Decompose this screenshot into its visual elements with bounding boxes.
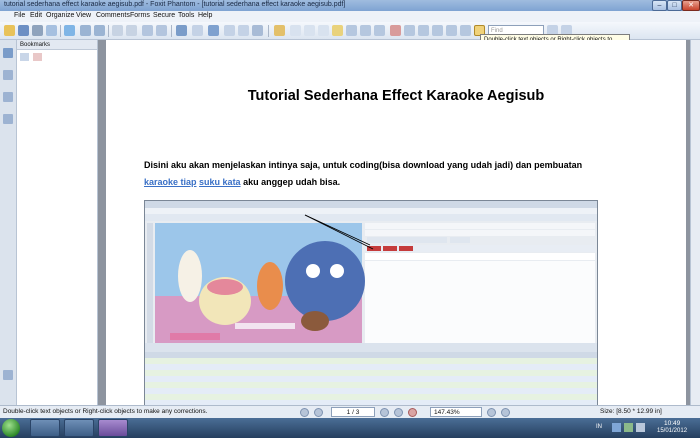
select-text-icon[interactable]	[290, 25, 301, 36]
text-box-icon[interactable]	[346, 25, 357, 36]
para-text: Disini aku akan menjelaskan intinya saja…	[144, 160, 583, 170]
forward-icon[interactable]	[94, 25, 105, 36]
document-area: Tutorial Sederhana Effect Karaoke Aegisu…	[98, 40, 690, 407]
bookmarks-icon[interactable]	[3, 70, 13, 80]
para-text-end: aku anggep udah bisa.	[240, 177, 341, 187]
taskbar: IN 10:49 15/01/2012	[0, 418, 700, 438]
next-page-button[interactable]	[380, 408, 389, 417]
menu-file[interactable]: File	[14, 12, 25, 19]
menu-secure[interactable]: Secure	[153, 12, 175, 19]
undo-icon[interactable]	[112, 25, 123, 36]
zoom-out-icon[interactable]	[224, 25, 235, 36]
stamp-icon[interactable]	[418, 25, 429, 36]
email-icon[interactable]	[46, 25, 57, 36]
typewriter-icon[interactable]	[374, 25, 385, 36]
toolbar-separator	[108, 25, 109, 37]
left-icon-strip	[0, 40, 17, 405]
page-size: Size: [8.50 * 12.99 in]	[600, 408, 662, 415]
doc-title: Tutorial Sederhana Effect Karaoke Aegisu…	[247, 88, 545, 104]
explorer-task[interactable]	[30, 419, 60, 437]
menu-forms[interactable]: Forms	[130, 12, 150, 19]
menu-comments[interactable]: Comments	[96, 12, 130, 19]
bookmarks-panel: Bookmarks	[17, 40, 98, 405]
zoom-in-button[interactable]	[501, 408, 510, 417]
pages-icon[interactable]	[3, 48, 13, 58]
copy-icon[interactable]	[142, 25, 153, 36]
bookmarks-header: Bookmarks	[17, 40, 97, 50]
status-hint: Double-click text objects or Right-click…	[3, 408, 208, 415]
last-page-button[interactable]	[394, 408, 403, 417]
vertical-scrollbar[interactable]	[690, 40, 700, 405]
volume-icon[interactable]	[636, 423, 645, 432]
menu-edit[interactable]: Edit	[30, 12, 42, 19]
clock-time[interactable]: 10:49	[664, 420, 680, 427]
link-karaoke-tiap[interactable]: karaoke tiap	[144, 177, 197, 187]
cursor-icon[interactable]	[304, 25, 315, 36]
note-icon[interactable]	[332, 25, 343, 36]
fit-page-icon[interactable]	[208, 25, 219, 36]
network-icon[interactable]	[624, 423, 633, 432]
pdf-page: Tutorial Sederhana Effect Karaoke Aegisu…	[106, 40, 686, 407]
minimize-button[interactable]: –	[652, 0, 667, 11]
rotate-icon[interactable]	[252, 25, 263, 36]
attachments-icon[interactable]	[3, 114, 13, 124]
link-suku-kata[interactable]: suku kata	[199, 177, 241, 187]
status-bar: Double-click text objects or Right-click…	[0, 405, 700, 419]
menu-help[interactable]: Help	[198, 12, 212, 19]
edit-text-icon[interactable]	[460, 25, 471, 36]
clock-date[interactable]: 15/01/2012	[657, 428, 687, 434]
foxit-task[interactable]	[98, 419, 128, 437]
screenshot-image	[145, 201, 597, 406]
menu-view[interactable]: View	[76, 12, 91, 19]
open-icon[interactable]	[4, 25, 15, 36]
window-title: tutorial sederhana effect karaoke aegisu…	[4, 1, 346, 8]
toolbar-separator	[171, 25, 172, 37]
image-icon[interactable]	[432, 25, 443, 36]
doc-paragraph: Disini aku akan menjelaskan intinya saja…	[144, 157, 664, 191]
paste-icon[interactable]	[156, 25, 167, 36]
attach-icon[interactable]	[446, 25, 457, 36]
menu-tools[interactable]: Tools	[178, 12, 194, 19]
toolbar-separator	[60, 25, 61, 37]
snapshot-icon[interactable]	[64, 25, 75, 36]
pencil-icon[interactable]	[318, 25, 329, 36]
title-bar: tutorial sederhana effect karaoke aegisu…	[0, 0, 700, 11]
link-icon[interactable]	[404, 25, 415, 36]
close-button[interactable]: ✕	[682, 0, 700, 11]
maximize-button[interactable]: □	[667, 0, 682, 11]
page-number-input[interactable]: 1 / 3	[331, 407, 375, 417]
back-icon[interactable]	[80, 25, 91, 36]
start-button[interactable]	[2, 419, 20, 437]
comments-icon[interactable]	[3, 370, 13, 380]
tray-language[interactable]: IN	[596, 424, 602, 430]
zoom-icon[interactable]	[176, 25, 187, 36]
zoom-dropdown[interactable]	[192, 25, 203, 36]
expand-icon[interactable]	[20, 53, 29, 61]
callout-icon[interactable]	[360, 25, 371, 36]
firefox-task[interactable]	[64, 419, 94, 437]
save-icon[interactable]	[18, 25, 29, 36]
redo-icon[interactable]	[126, 25, 137, 36]
tray-icon[interactable]	[612, 423, 621, 432]
zoom-out-button[interactable]	[487, 408, 496, 417]
first-page-button[interactable]	[300, 408, 309, 417]
zoom-in-icon[interactable]	[238, 25, 249, 36]
shape-icon[interactable]	[390, 25, 401, 36]
print-icon[interactable]	[32, 25, 43, 36]
zoom-level-select[interactable]: 147.43%	[430, 407, 482, 417]
prev-page-button[interactable]	[314, 408, 323, 417]
stop-button[interactable]	[408, 408, 417, 417]
toolbar-separator	[268, 25, 269, 37]
menu-organize[interactable]: Organize	[46, 12, 74, 19]
embedded-screenshot	[144, 200, 598, 407]
hand-tool-icon[interactable]	[274, 25, 285, 36]
layers-icon[interactable]	[3, 92, 13, 102]
delete-bookmark-icon[interactable]	[33, 53, 42, 61]
